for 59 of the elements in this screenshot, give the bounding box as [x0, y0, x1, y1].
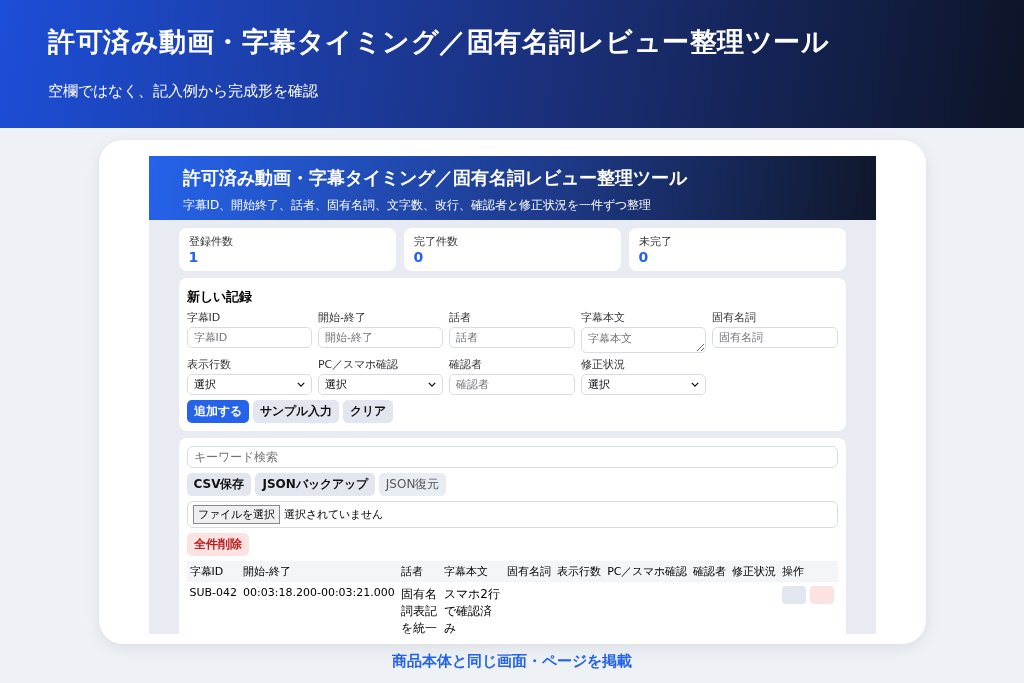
stat-label: 未完了: [638, 234, 673, 249]
column-header: 修正状況: [729, 561, 780, 582]
table-cell: 00:03:18.200-00:03:21.000: [243, 586, 395, 599]
export-button[interactable]: CSV保存: [186, 473, 252, 496]
search-field[interactable]: キーワード検索: [186, 446, 838, 468]
column-header: 表示行数: [554, 561, 605, 582]
input-field[interactable]: 字幕ID: [186, 327, 312, 348]
stat-label: 完了件数: [413, 234, 459, 249]
delete-all-button[interactable]: 全件削除: [186, 533, 249, 556]
input-field[interactable]: 確認者: [449, 374, 575, 395]
row-button[interactable]: [810, 586, 835, 604]
select-field[interactable]: 選択: [317, 374, 444, 395]
field-label: 開始-終了: [317, 310, 366, 325]
file-status: 選択されていません: [283, 507, 383, 522]
app-title: 許可済み動画・字幕タイミング／固有名詞レビュー整理ツール: [182, 166, 688, 190]
banner-subtitle: 空欄ではなく、記入例から完成形を確認: [48, 82, 319, 101]
form-heading: 新しい記録: [186, 288, 253, 306]
field-label: 表示行数: [186, 357, 231, 372]
input-field[interactable]: 話者: [449, 327, 575, 348]
table-cell: 固有名詞表記を統一: [400, 587, 437, 634]
column-header: 話者: [397, 561, 442, 582]
table-cell: スマホ2行で確認済み: [444, 587, 500, 634]
stat-value: 0: [638, 249, 650, 265]
stat-label: 登録件数: [188, 234, 234, 249]
app-subtitle: 字幕ID、開始終了、話者、固有名詞、文字数、改行、確認者と修正状況を一件ずつ整理: [182, 197, 653, 214]
column-header: 確認者: [690, 561, 730, 582]
banner-title: 許可済み動画・字幕タイミング／固有名詞レビュー整理ツール: [48, 25, 830, 59]
form-button[interactable]: サンプル入力: [252, 400, 339, 423]
caption: 商品本体と同じ画面・ページを掲載: [392, 652, 632, 671]
field-label: 字幕ID: [186, 310, 221, 325]
stat-value: 1: [188, 249, 200, 265]
column-header: PC／スマホ確認: [604, 561, 691, 582]
select-field[interactable]: 選択: [580, 374, 707, 395]
select-field[interactable]: 選択: [186, 374, 312, 395]
export-button[interactable]: JSONバックアップ: [255, 473, 375, 496]
column-header: 開始-終了: [240, 561, 398, 582]
caret-icon: [296, 382, 305, 387]
row-button[interactable]: [782, 586, 807, 604]
field-label: 確認者: [449, 357, 483, 372]
input-field[interactable]: 固有名詞: [712, 327, 838, 348]
field-label: 話者: [449, 310, 472, 325]
export-button[interactable]: JSON復元: [378, 473, 447, 496]
column-header: 字幕ID: [186, 561, 241, 582]
text-area[interactable]: 字幕本文: [580, 327, 707, 353]
column-header: 字幕本文: [441, 561, 505, 582]
stat-value: 0: [413, 249, 425, 265]
field-label: 字幕本文: [580, 310, 625, 325]
caret-icon: [428, 382, 437, 387]
field-label: 修正状況: [580, 357, 625, 372]
caret-icon: [691, 382, 700, 387]
table-cell: SUB-042: [189, 586, 238, 599]
form-button[interactable]: 追加する: [186, 400, 249, 423]
form-button[interactable]: クリア: [342, 400, 393, 423]
column-header: 操作: [779, 561, 838, 582]
field-label: 固有名詞: [712, 310, 757, 325]
field-label: PC／スマホ確認: [317, 357, 399, 372]
column-header: 固有名詞: [504, 561, 555, 582]
input-field[interactable]: 開始-終了: [317, 327, 444, 348]
file-button[interactable]: ファイルを選択: [192, 505, 280, 524]
